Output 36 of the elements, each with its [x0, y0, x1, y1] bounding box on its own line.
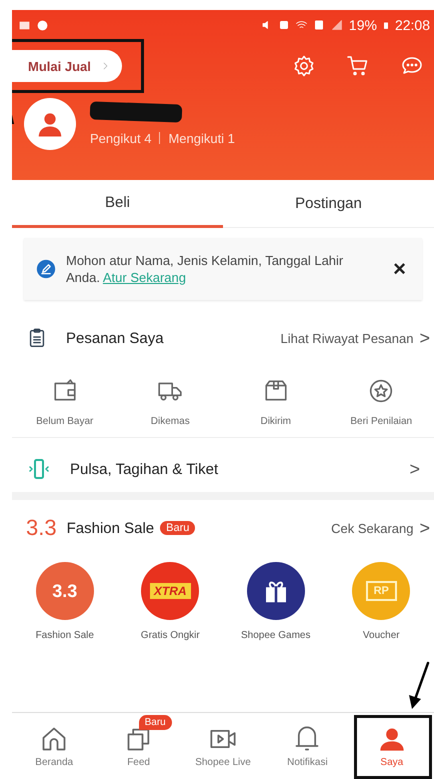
order-status-item[interactable]: Dikirim	[223, 378, 328, 427]
gallery-icon	[18, 18, 31, 32]
promo-icon: RP	[352, 562, 410, 620]
sale-logo: 3.3	[26, 515, 57, 541]
promo-icon: 3.3	[36, 562, 94, 620]
order-status-item[interactable]: Belum Bayar	[12, 378, 118, 427]
new-badge: Baru	[160, 521, 196, 535]
signal-icon	[330, 19, 344, 31]
alarm-icon	[278, 19, 290, 31]
order-status-item[interactable]: Dikemas	[118, 378, 223, 427]
bell-icon	[293, 724, 322, 752]
clock-time: 22:08	[394, 17, 430, 33]
home-icon	[40, 724, 68, 752]
settings-icon[interactable]	[292, 54, 316, 78]
promo-item[interactable]: 3.3 Fashion Sale	[12, 562, 118, 641]
order-history-link[interactable]: Lihat Riwayat Pesanan >	[280, 328, 430, 348]
order-status-item[interactable]: Beri Penilaian	[328, 378, 434, 427]
edit-icon	[36, 259, 56, 279]
wifi-icon	[294, 19, 308, 31]
sell-button[interactable]: Mulai Jual	[12, 50, 122, 82]
promo-item[interactable]: Shopee Games	[223, 562, 328, 641]
section-title: Fashion Sale	[66, 520, 154, 536]
facebook-icon	[36, 18, 49, 32]
set-now-link[interactable]: Atur Sekarang	[102, 270, 186, 285]
data-icon	[312, 19, 325, 31]
check-now-link[interactable]: Cek Sekarang >	[331, 518, 430, 538]
close-button[interactable]: ×	[389, 256, 410, 282]
promo-icon: XTRA	[141, 562, 200, 620]
avatar[interactable]	[24, 98, 76, 150]
section-title: Pesanan Saya	[66, 330, 164, 346]
promo-item[interactable]: RP Voucher	[328, 562, 434, 641]
promo-item[interactable]: XTRA Gratis Ongkir	[118, 562, 223, 641]
cart-icon[interactable]	[346, 54, 370, 78]
battery-percent: 19%	[348, 17, 377, 33]
new-badge: Baru	[138, 715, 172, 730]
notice-text: Mohon atur Nama, Jenis Kelamin, Tanggal Lahir Anda. Atur Sekarang	[66, 252, 344, 286]
